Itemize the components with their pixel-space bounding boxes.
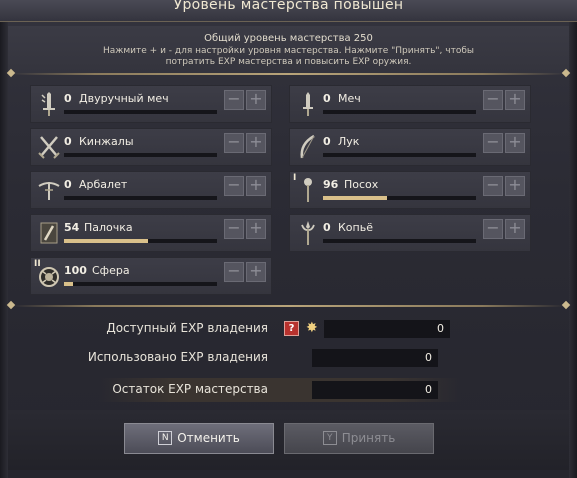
weapon-card-spear: 0 Копьё − + — [289, 214, 531, 252]
weapon-level: 0 — [64, 178, 72, 191]
decrease-button[interactable]: − — [224, 90, 244, 110]
weapon-level: 54 — [64, 221, 80, 234]
weapon-name: Меч — [338, 92, 361, 105]
decrease-button[interactable]: − — [224, 219, 244, 239]
weapon-name: Лук — [338, 135, 360, 148]
increase-button[interactable]: + — [246, 262, 266, 282]
weapon-card-staff: I 96 Посох − + — [289, 171, 531, 209]
increase-button[interactable]: + — [246, 176, 266, 196]
help-icon[interactable]: ? — [284, 321, 299, 336]
weapon-card-orb: II 100 Сфера − + — [30, 257, 272, 295]
weapon-progress-bar — [64, 196, 217, 200]
wand-icon — [36, 219, 62, 247]
increase-button[interactable]: + — [505, 90, 525, 110]
remaining-exp-row: Остаток EXP мастерства 0 — [98, 378, 462, 402]
increase-button[interactable]: + — [505, 176, 525, 196]
daggers-icon — [36, 133, 62, 161]
used-exp-value: 0 — [312, 349, 438, 367]
used-exp-label: Использовано EXP владения — [87, 350, 268, 364]
weapon-name: Двуручный меч — [79, 92, 169, 105]
increase-button[interactable]: + — [505, 133, 525, 153]
frame-right — [569, 0, 577, 478]
weapon-level: 0 — [323, 135, 331, 148]
weapon-progress-bar — [323, 239, 476, 243]
weapon-progress-bar — [64, 153, 217, 157]
divider-top — [12, 73, 565, 75]
weapon-progress-bar — [64, 110, 217, 114]
keybind-y: Y — [322, 430, 337, 445]
weapon-level: 0 — [323, 221, 331, 234]
accept-label: Принять — [341, 431, 396, 445]
cancel-label: Отменить — [177, 431, 240, 445]
bow-icon — [295, 133, 321, 161]
available-exp-row: Доступный EXP владения ? ✸ 0 — [98, 317, 462, 341]
weapon-progress-bar — [323, 196, 476, 200]
weapon-level: 96 — [323, 178, 339, 191]
increase-button[interactable]: + — [246, 133, 266, 153]
weapon-name: Копьё — [338, 221, 373, 234]
weapon-card-two-handed-sword: 0 Двуручный меч − + — [30, 85, 272, 123]
remaining-exp-label: Остаток EXP мастерства — [112, 382, 268, 396]
weapon-name: Посох — [344, 178, 379, 191]
decrease-button[interactable]: − — [224, 262, 244, 282]
weapon-progress-bar — [323, 110, 476, 114]
available-exp-label: Доступный EXP владения — [106, 321, 268, 335]
weapon-progress-fill — [64, 239, 149, 243]
decrease-button[interactable]: − — [483, 176, 503, 196]
weapon-card-daggers: 0 Кинжалы − + — [30, 128, 272, 166]
weapon-level: 100 — [64, 264, 87, 277]
weapon-level: 0 — [64, 135, 72, 148]
staff-icon — [295, 176, 321, 204]
weapon-name: Арбалет — [79, 178, 128, 191]
weapon-name: Палочка — [84, 221, 133, 234]
title-bar: Уровень мастерства повышен — [0, 0, 577, 22]
increase-button[interactable]: + — [505, 219, 525, 239]
total-mastery-level: Общий уровень мастерства 250 — [204, 33, 373, 44]
remaining-exp-value: 0 — [312, 381, 438, 399]
sword-icon — [295, 90, 321, 118]
weapon-progress-bar — [64, 239, 217, 243]
available-exp-value: 0 — [324, 320, 450, 338]
decrease-button[interactable]: − — [483, 133, 503, 153]
mastery-header: Общий уровень мастерства 250 Нажмите + и… — [8, 26, 569, 74]
accept-button[interactable]: Y Принять — [284, 423, 434, 454]
instructions-text: Нажмите + и - для настройки уровня масте… — [103, 46, 474, 67]
keybind-n: N — [158, 430, 173, 445]
mastery-rank-badge: I — [293, 173, 297, 183]
increase-button[interactable]: + — [246, 90, 266, 110]
cancel-button[interactable]: N Отменить — [124, 423, 274, 454]
weapon-progress-fill — [64, 282, 74, 286]
weapon-card-sword: 0 Меч − + — [289, 85, 531, 123]
two-handed-sword-icon — [36, 90, 62, 118]
weapon-card-wand: 54 Палочка − + — [30, 214, 272, 252]
dialog-title: Уровень мастерства повышен — [173, 0, 404, 13]
weapon-progress-fill — [323, 196, 388, 200]
weapon-progress-bar — [323, 153, 476, 157]
weapon-card-bow: 0 Лук − + — [289, 128, 531, 166]
burst-icon: ✸ — [306, 320, 318, 336]
mastery-rank-badge: II — [34, 259, 41, 269]
weapon-name: Сфера — [92, 264, 130, 277]
weapon-level: 0 — [323, 92, 331, 105]
weapon-card-crossbow: 0 Арбалет − + — [30, 171, 272, 209]
crossbow-icon — [36, 176, 62, 204]
used-exp-row: Использовано EXP владения 0 — [88, 346, 462, 370]
weapon-level: 0 — [64, 92, 72, 105]
decrease-button[interactable]: − — [224, 133, 244, 153]
decrease-button[interactable]: − — [483, 219, 503, 239]
increase-button[interactable]: + — [246, 219, 266, 239]
spear-icon — [295, 219, 321, 247]
decrease-button[interactable]: − — [483, 90, 503, 110]
weapon-name: Кинжалы — [79, 135, 134, 148]
mastery-dialog: Уровень мастерства повышен Общий уровень… — [0, 0, 577, 478]
decrease-button[interactable]: − — [224, 176, 244, 196]
weapon-progress-bar — [64, 282, 217, 286]
divider-middle — [12, 305, 565, 307]
